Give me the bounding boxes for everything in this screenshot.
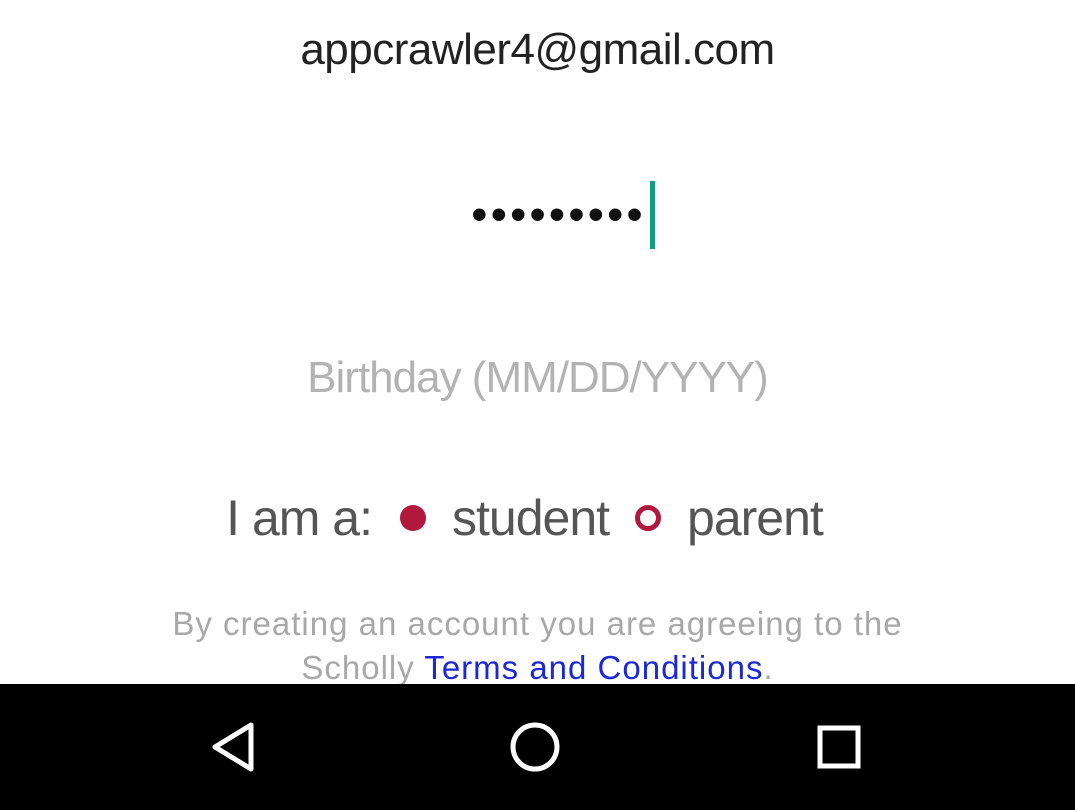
parent-radio-button[interactable] bbox=[635, 505, 662, 531]
system-navigation-bar bbox=[0, 684, 1075, 810]
email-field[interactable]: appcrawler4@gmail.com bbox=[0, 18, 1075, 82]
role-selector: I am a: student parent bbox=[0, 486, 1075, 550]
terms-brand-text: Scholly bbox=[301, 649, 425, 684]
terms-period: . bbox=[763, 649, 774, 684]
home-button[interactable] bbox=[505, 717, 565, 777]
recents-square-icon bbox=[817, 725, 861, 769]
terms-notice: By creating an account you are agreeing … bbox=[0, 602, 1075, 684]
home-circle-icon bbox=[510, 722, 560, 772]
password-field[interactable]: ••••••••• bbox=[0, 180, 1075, 250]
back-triangle-icon bbox=[212, 722, 254, 772]
birthday-field[interactable]: Birthday (MM/DD/YYYY) bbox=[0, 346, 1075, 410]
recents-button[interactable] bbox=[809, 717, 869, 777]
terms-and-conditions-link[interactable]: Terms and Conditions bbox=[424, 649, 763, 684]
signup-form: appcrawler4@gmail.com ••••••••• Birthday… bbox=[0, 0, 1075, 684]
student-option-label[interactable]: student bbox=[452, 489, 610, 547]
text-caret bbox=[650, 181, 656, 249]
parent-option-label[interactable]: parent bbox=[687, 489, 824, 547]
password-mask: ••••••••• bbox=[471, 190, 647, 239]
student-radio-button[interactable] bbox=[400, 505, 427, 531]
back-button[interactable] bbox=[203, 717, 263, 777]
terms-line-1: By creating an account you are agreeing … bbox=[172, 605, 903, 642]
terms-line-2: Scholly Terms and Conditions. bbox=[0, 646, 1075, 684]
role-label: I am a: bbox=[226, 490, 373, 546]
signup-screen: appcrawler4@gmail.com ••••••••• Birthday… bbox=[0, 0, 1075, 810]
